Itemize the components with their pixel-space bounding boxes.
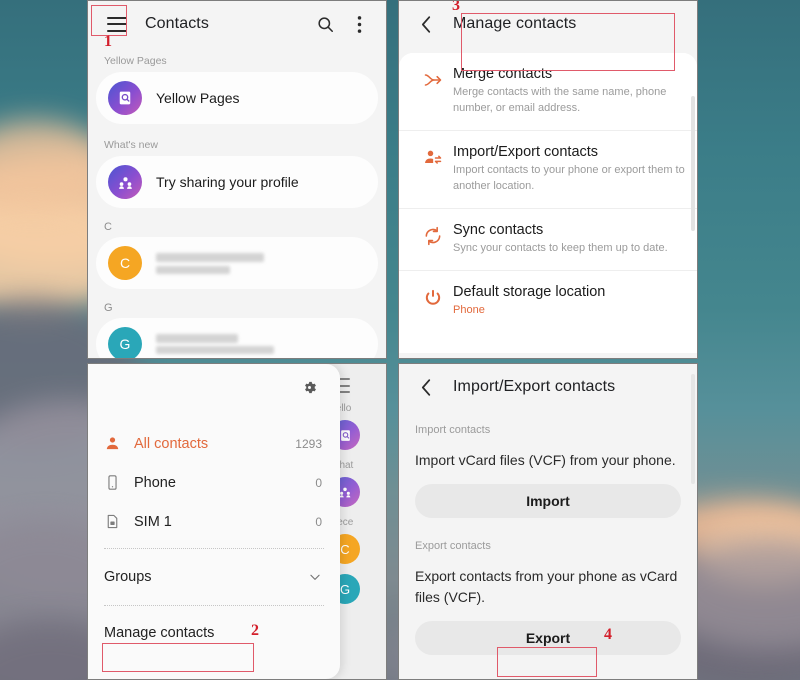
divider xyxy=(104,605,324,606)
sidebar-item-label: Phone xyxy=(134,474,176,491)
sim-icon xyxy=(104,513,134,530)
table-row[interactable]: C xyxy=(96,237,378,289)
page-title: Contacts xyxy=(145,15,209,32)
step-number-4: 4 xyxy=(604,626,612,643)
sidebar-item-count: 1293 xyxy=(295,436,322,451)
step-number-1: 1 xyxy=(104,33,112,50)
alpha-header-g: G xyxy=(104,302,113,314)
import-description: Import vCard files (VCF) from your phone… xyxy=(415,452,676,468)
import-export-appbar: Import/Export contacts xyxy=(399,364,697,410)
menu-item-title: Sync contacts xyxy=(453,221,544,238)
chevron-left-icon[interactable] xyxy=(411,9,441,39)
redacted-contact-detail xyxy=(156,346,274,354)
step-number-3: 3 xyxy=(452,0,460,14)
yellow-pages-icon xyxy=(108,81,142,115)
table-row[interactable]: G xyxy=(96,318,378,358)
menu-item-sync-contacts[interactable]: Sync contacts Sync your contacts to keep… xyxy=(399,207,697,270)
list-item-try-sharing-profile[interactable]: Try sharing your profile xyxy=(96,156,378,208)
sidebar-item-label: All contacts xyxy=(134,435,209,452)
redacted-contact-detail xyxy=(156,265,230,274)
panel-import-export: Import/Export contacts Import contacts I… xyxy=(398,363,698,680)
gear-icon[interactable] xyxy=(294,372,324,402)
storage-icon xyxy=(413,284,453,308)
manage-card: Merge contacts Merge contacts with the s… xyxy=(399,53,697,353)
step-number-2: 2 xyxy=(251,622,259,639)
sidebar-item-manage-contacts[interactable]: Manage contacts xyxy=(88,613,340,652)
sidebar-item-groups[interactable]: Groups xyxy=(88,556,340,598)
menu-item-title: Merge contacts xyxy=(453,66,553,82)
panel-contacts-list: Contacts Yellow Pages Yellow Pages What'… xyxy=(87,0,387,359)
drawer-header xyxy=(88,364,340,410)
page-title: Import/Export contacts xyxy=(453,378,616,395)
menu-item-import-export-contacts[interactable]: Import/Export contacts Import contacts t… xyxy=(399,129,697,208)
export-description: Export contacts from your phone as vCard… xyxy=(415,568,678,605)
menu-item-title: Import/Export contacts xyxy=(453,143,599,160)
chevron-left-icon[interactable] xyxy=(411,372,441,402)
sidebar-item-phone[interactable]: Phone 0 xyxy=(88,463,340,502)
sidebar-item-count: 0 xyxy=(315,514,322,529)
manage-appbar: Manage contacts xyxy=(399,1,697,47)
sidebar-item-label: SIM 1 xyxy=(134,513,172,530)
list-item-label: Try sharing your profile xyxy=(156,174,299,190)
list-item-yellow-pages[interactable]: Yellow Pages xyxy=(96,72,378,124)
search-icon[interactable] xyxy=(310,9,340,39)
phone-icon xyxy=(104,474,134,491)
sidebar-item-all-contacts[interactable]: All contacts 1293 xyxy=(88,424,340,463)
contacts-appbar: Contacts xyxy=(88,1,386,47)
more-vertical-icon[interactable] xyxy=(344,9,374,39)
scrollbar[interactable] xyxy=(691,96,695,231)
panel-navigation-drawer: Yello What Rece C G All contacts 1293 Ph… xyxy=(87,363,387,680)
section-label-export: Export contacts xyxy=(415,540,491,553)
person-icon xyxy=(104,435,134,452)
page-title: Manage contacts xyxy=(453,15,577,32)
sidebar-item-sim1[interactable]: SIM 1 0 xyxy=(88,502,340,541)
redacted-contact-name xyxy=(156,252,264,262)
menu-item-desc: Merge contacts with the same name, phone… xyxy=(453,86,667,114)
person-swap-icon xyxy=(413,144,453,168)
sidebar-item-label: Groups xyxy=(104,569,152,585)
divider xyxy=(104,548,324,549)
section-label-yellow-pages: Yellow Pages xyxy=(104,55,167,67)
section-label-import: Import contacts xyxy=(415,424,491,436)
menu-item-desc: Sync your contacts to keep them up to da… xyxy=(453,241,668,254)
sidebar-item-count: 0 xyxy=(315,475,322,490)
import-button[interactable]: Import xyxy=(415,484,681,519)
panel-manage-contacts: Manage contacts Merge contacts Merge con… xyxy=(398,0,698,359)
merge-icon xyxy=(413,66,453,90)
export-button[interactable]: Export xyxy=(415,620,681,655)
navigation-drawer: All contacts 1293 Phone 0 SIM 1 0 Groups… xyxy=(88,364,340,679)
list-item-label: Yellow Pages xyxy=(156,90,240,106)
section-label-whats-new: What's new xyxy=(104,139,158,151)
profile-share-icon xyxy=(108,165,142,199)
avatar: G xyxy=(108,327,142,358)
chevron-down-icon[interactable] xyxy=(308,570,322,584)
sync-icon xyxy=(413,222,453,246)
screenshot-grid: Contacts Yellow Pages Yellow Pages What'… xyxy=(87,0,698,680)
alpha-header-c: C xyxy=(104,221,112,233)
menu-item-default-storage-location[interactable]: Default storage location Phone xyxy=(399,269,697,332)
avatar: C xyxy=(108,246,142,280)
scrollbar[interactable] xyxy=(691,374,695,484)
menu-item-desc: Phone xyxy=(453,303,485,316)
sidebar-item-label: Manage contacts xyxy=(104,625,215,641)
redacted-contact-name xyxy=(156,334,238,343)
menu-item-merge-contacts[interactable]: Merge contacts Merge contacts with the s… xyxy=(399,53,697,130)
menu-item-title: Default storage location xyxy=(453,283,606,300)
menu-item-desc: Import contacts to your phone or export … xyxy=(453,163,685,192)
